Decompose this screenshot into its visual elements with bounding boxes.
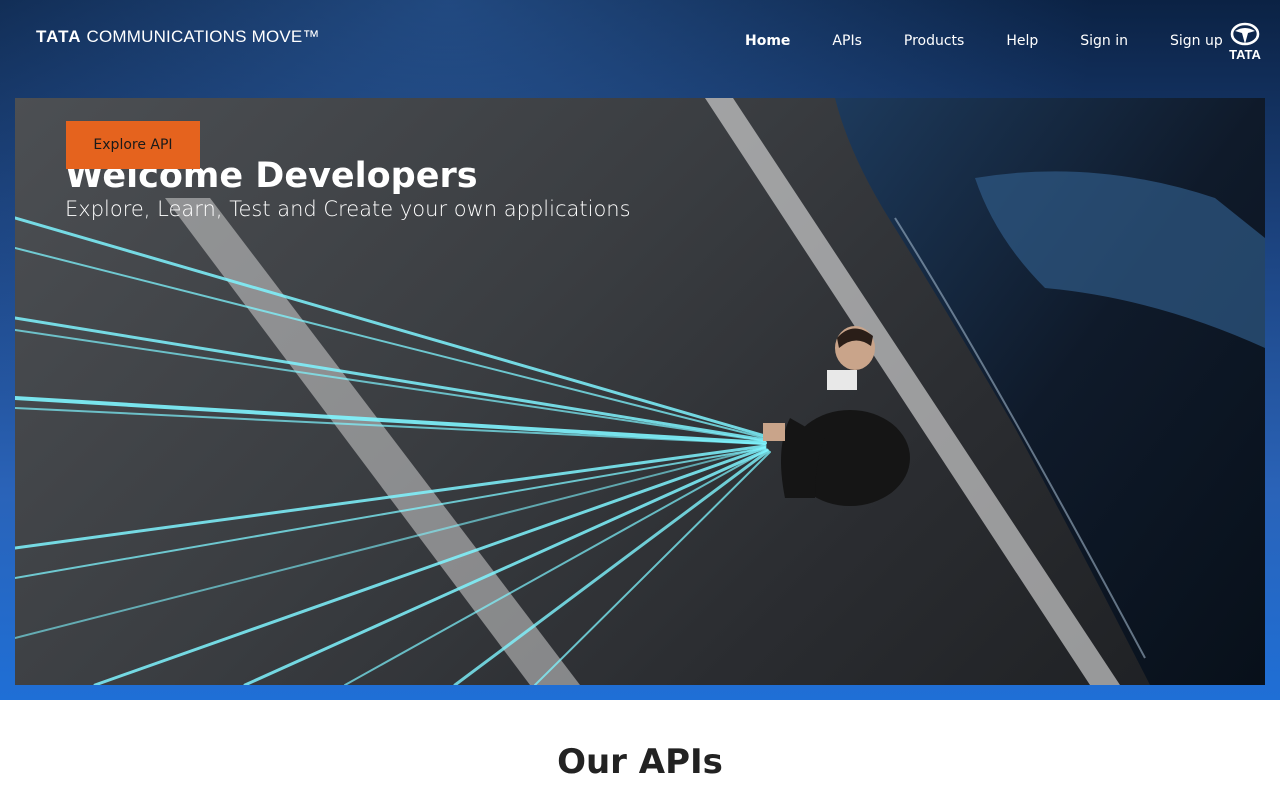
our-apis-heading: Our APIs xyxy=(557,742,723,782)
explore-api-button[interactable]: Explore API xyxy=(66,121,200,169)
logo-text: COMMUNICATIONS MOVE™ xyxy=(86,27,320,46)
tata-communications-move-logo[interactable]: TATA COMMUNICATIONS MOVE™ xyxy=(36,27,320,47)
hero-panel: Explore API Welcome Developers Explore, … xyxy=(15,98,1265,685)
tata-brand-icon[interactable]: TATA xyxy=(1224,22,1266,62)
hero-subtitle: Explore, Learn, Test and Create your own… xyxy=(65,197,631,221)
main-nav: Home APIs Products Help Sign in Sign up xyxy=(745,31,1223,51)
nav-apis[interactable]: APIs xyxy=(832,33,861,49)
nav-sign-in[interactable]: Sign in xyxy=(1080,33,1128,49)
nav-sign-up[interactable]: Sign up xyxy=(1170,33,1223,49)
nav-products[interactable]: Products xyxy=(904,33,964,49)
nav-home[interactable]: Home xyxy=(745,33,790,49)
logo-bold-text: TATA xyxy=(36,27,82,46)
header-banner: TATA COMMUNICATIONS MOVE™ Home APIs Prod… xyxy=(0,0,1280,700)
nav-help[interactable]: Help xyxy=(1006,33,1038,49)
parking-line xyxy=(165,198,580,685)
tata-mark-text: TATA xyxy=(1229,47,1261,62)
